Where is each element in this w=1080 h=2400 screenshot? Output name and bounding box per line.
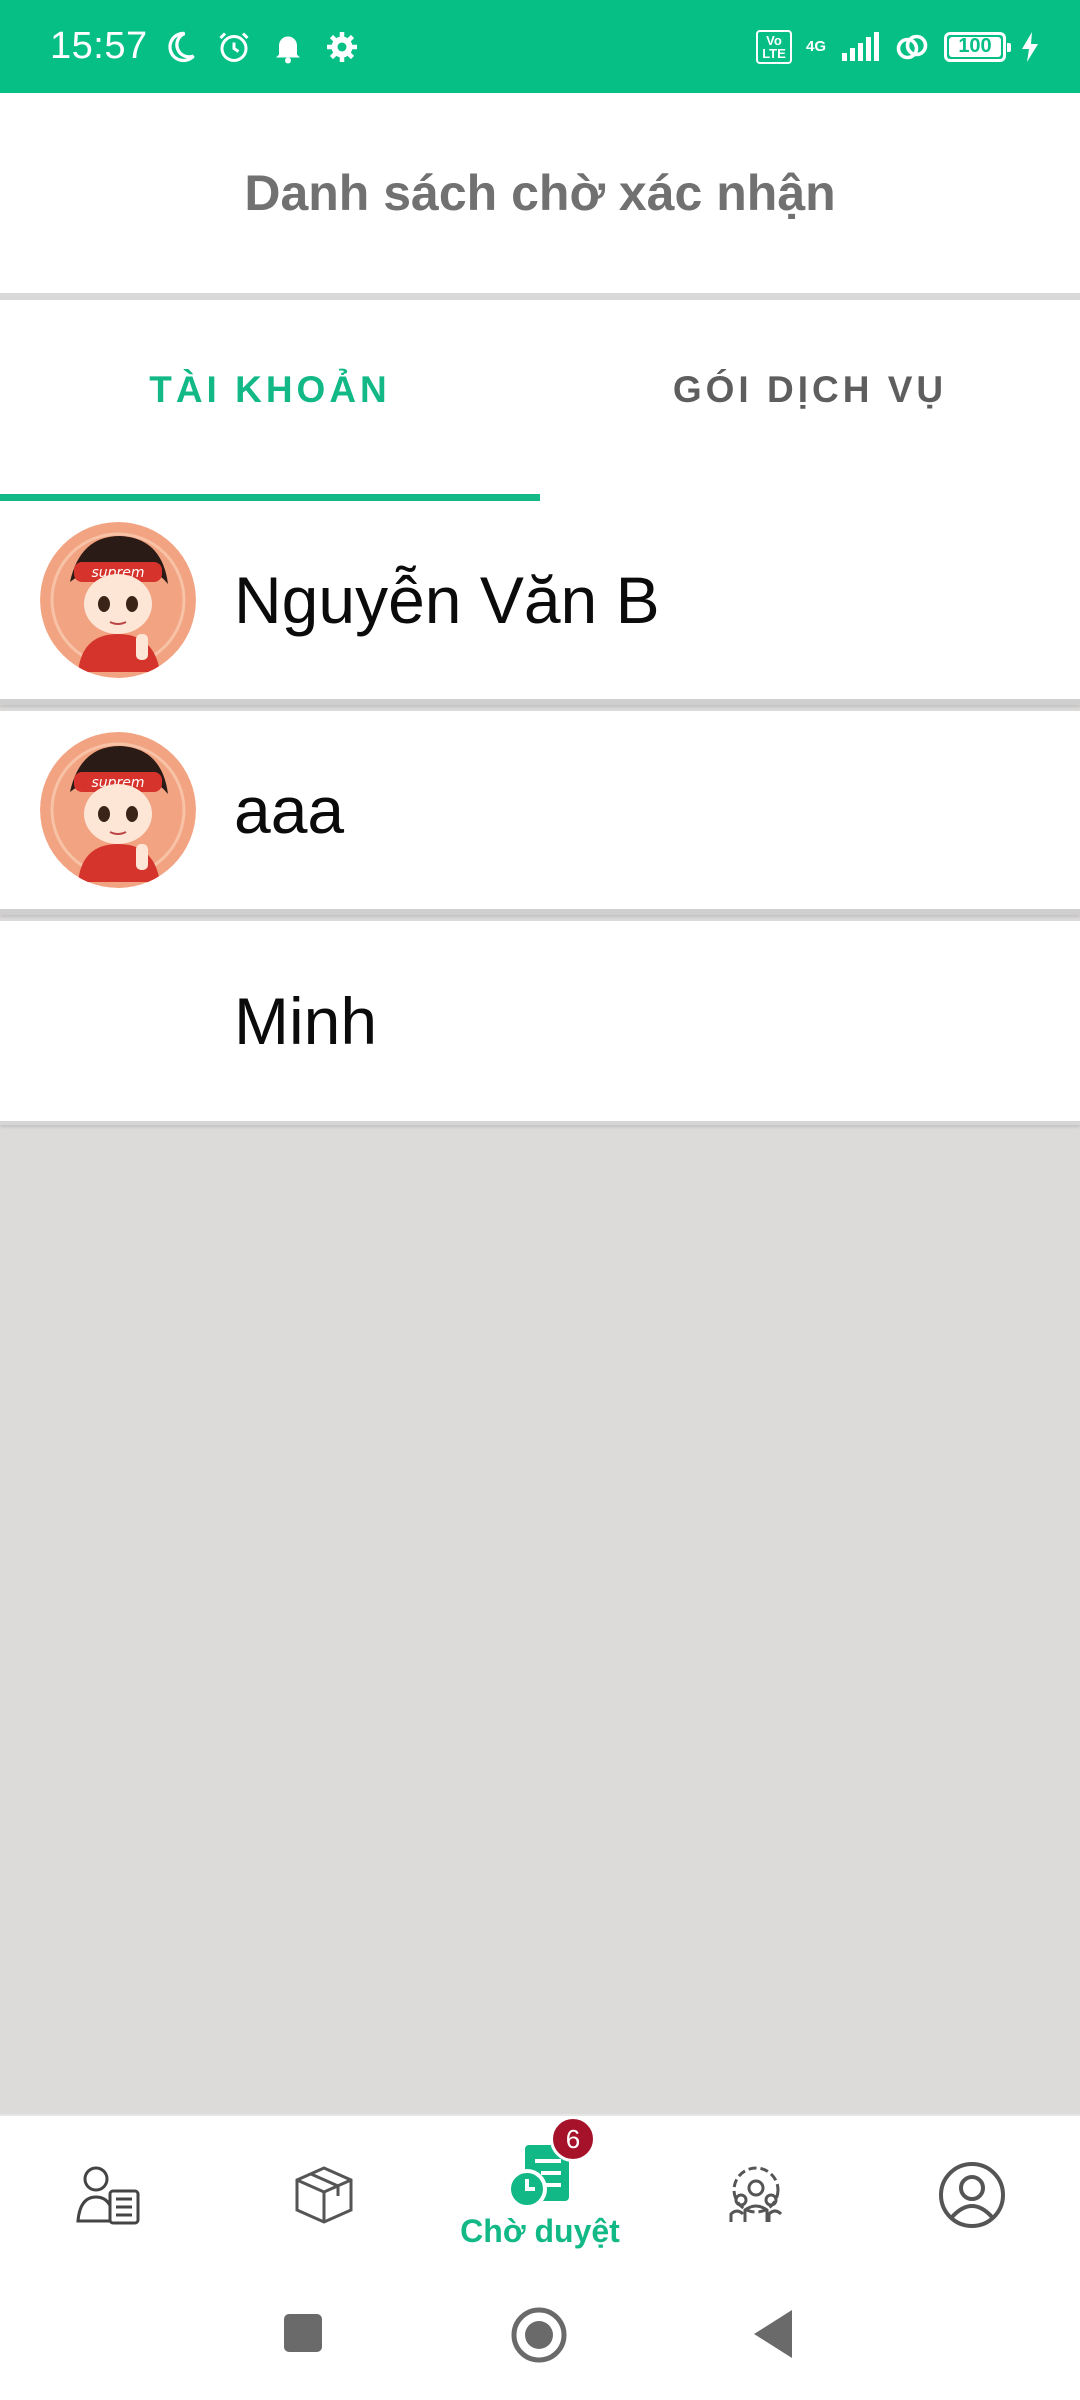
status-time: 15:57 <box>50 25 148 67</box>
signal-icon <box>842 31 879 61</box>
bell-icon <box>275 36 300 63</box>
page-header: Danh sách chờ xác nhận <box>0 93 1080 293</box>
gear-icon <box>326 31 357 62</box>
tab-accounts[interactable]: TÀI KHOẢN <box>0 300 540 501</box>
status-right-icons: Vo LTE 4G 100 <box>755 29 1040 65</box>
back-button[interactable] <box>752 2308 794 2360</box>
status-left-icons <box>162 29 360 65</box>
nav-pending-approval[interactable]: 6 Chờ duyệt <box>432 2116 648 2274</box>
battery-icon: 100 <box>944 31 1011 62</box>
item-name: Nguyễn Văn B <box>234 563 660 637</box>
page-title: Danh sách chờ xác nhận <box>244 165 836 221</box>
list-item[interactable]: suprem Nguyễn Văn B <box>0 501 1080 705</box>
avatar-placeholder <box>40 943 196 1099</box>
bottom-nav: 6 Chờ duyệt <box>0 2114 1080 2274</box>
staff-list-icon <box>76 2166 140 2225</box>
item-name: Minh <box>234 984 378 1058</box>
alarm-icon <box>219 31 249 62</box>
network-type: 4G <box>805 38 826 55</box>
header-divider <box>0 293 1080 300</box>
avatar: suprem <box>40 522 196 678</box>
tab-service-packages[interactable]: GÓI DỊCH VỤ <box>540 300 1080 501</box>
tab-bar: TÀI KHOẢN GÓI DỊCH VỤ <box>0 300 1080 501</box>
screen: 15:57 Vo LTE 4G 100 Danh sách chờ xác nh… <box>0 0 1080 2400</box>
package-icon <box>295 2166 353 2224</box>
status-bar: 15:57 Vo LTE 4G 100 <box>0 0 1080 93</box>
group-settings-icon <box>729 2166 783 2222</box>
list-item[interactable]: Minh <box>0 921 1080 1125</box>
battery-level: 100 <box>958 35 992 57</box>
item-name: aaa <box>234 773 345 847</box>
system-nav-bar <box>0 2274 1080 2400</box>
avatar: suprem <box>40 732 196 888</box>
home-button[interactable] <box>510 2306 568 2364</box>
nav-staff[interactable] <box>0 2116 216 2274</box>
list-item[interactable]: suprem aaa <box>0 711 1080 915</box>
moon-icon <box>167 31 195 62</box>
nav-group-settings[interactable] <box>648 2116 864 2274</box>
recents-button[interactable] <box>282 2312 324 2354</box>
hotspot-icon <box>896 34 928 59</box>
profile-icon <box>939 2162 1005 2228</box>
tab-indicator <box>0 494 540 501</box>
nav-pending-label: Chờ duyệt <box>460 2212 620 2249</box>
volte-icon: Vo LTE <box>755 29 792 64</box>
nav-packages[interactable] <box>216 2116 432 2274</box>
pending-list: suprem Nguyễn Văn B suprem aaa Minh <box>0 501 1080 1125</box>
charging-icon <box>1022 31 1038 62</box>
pending-count-badge: 6 <box>550 2116 596 2162</box>
nav-profile[interactable] <box>864 2116 1080 2274</box>
